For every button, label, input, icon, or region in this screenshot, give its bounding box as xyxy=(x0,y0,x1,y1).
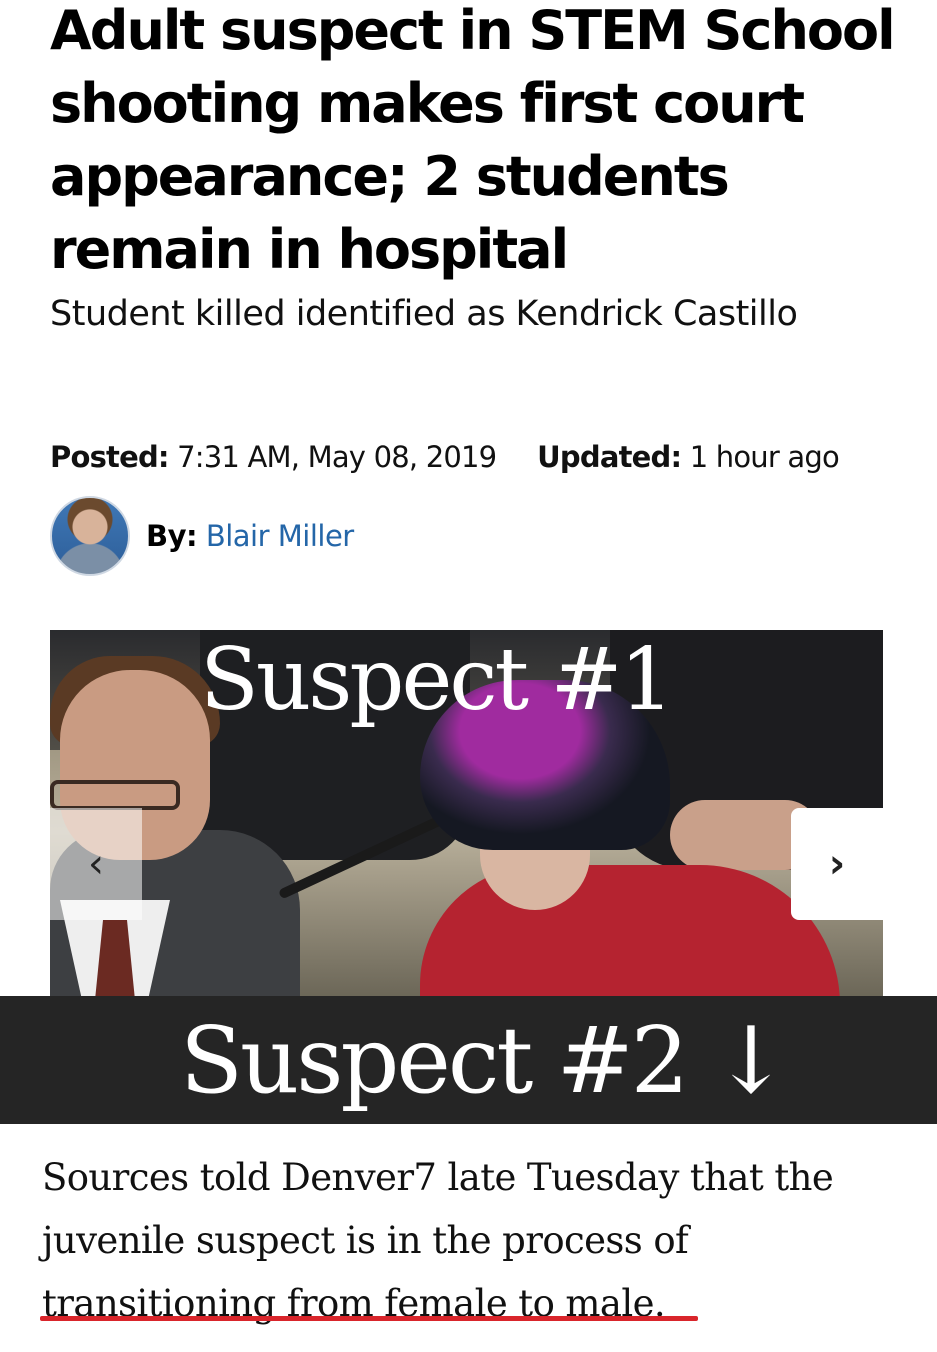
suspect-2-banner: Suspect #2 ↓ xyxy=(0,996,937,1124)
author-link[interactable]: Blair Miller xyxy=(206,519,354,553)
gallery-overlay-caption: Suspect #1 xyxy=(200,630,674,730)
updated-value: 1 hour ago xyxy=(689,440,840,474)
updated-label: Updated: xyxy=(537,440,682,474)
banner-text: Suspect #2 ↓ xyxy=(180,1006,790,1114)
by-label: By: xyxy=(146,519,198,553)
byline-text: By: Blair Miller xyxy=(146,519,354,553)
author-avatar[interactable] xyxy=(50,496,130,576)
article-subhead: Student killed identified as Kendrick Ca… xyxy=(50,294,798,334)
byline: By: Blair Miller xyxy=(50,496,354,576)
gallery-prev-button[interactable]: ‹ xyxy=(50,808,142,920)
article-meta: Posted: 7:31 AM, May 08, 2019 Updated: 1… xyxy=(50,440,840,474)
photo-suspect-body xyxy=(420,865,840,998)
article-headline: Adult suspect in STEM School shooting ma… xyxy=(50,0,896,281)
chevron-left-icon: ‹ xyxy=(88,841,104,887)
posted-value: 7:31 AM, May 08, 2019 xyxy=(177,440,497,474)
photo-glasses xyxy=(50,780,180,810)
chevron-right-icon: › xyxy=(828,841,846,887)
article-quote: Sources told Denver7 late Tuesday that t… xyxy=(42,1156,834,1325)
highlight-underline xyxy=(40,1316,698,1321)
gallery-next-button[interactable]: › xyxy=(791,808,883,920)
posted-label: Posted: xyxy=(50,440,170,474)
